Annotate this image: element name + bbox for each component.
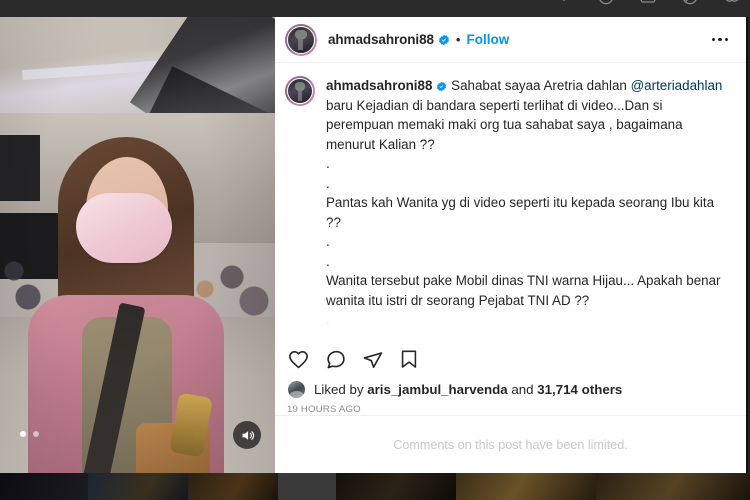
post-actions xyxy=(275,336,746,382)
save-button[interactable] xyxy=(398,348,420,370)
carousel-dot-2[interactable] xyxy=(33,431,39,437)
likes-conjunction: and xyxy=(511,381,534,397)
filmstrip-thumb[interactable] xyxy=(188,473,278,500)
post-timestamp: 19 HOURS AGO xyxy=(287,404,361,415)
header-username[interactable]: ahmadsahroni88 xyxy=(328,32,434,47)
comments-limited-text: Comments on this post have been limited. xyxy=(393,437,628,452)
speaker-icon xyxy=(242,430,254,440)
comment-button[interactable] xyxy=(324,348,347,371)
caption-avatar[interactable] xyxy=(285,76,315,106)
likes-row: Liked by aris_jambul_harvenda and 31,714… xyxy=(275,380,746,399)
caption-text: ahmadsahroni88 Sahabat sayaa Aretria dah… xyxy=(326,76,730,336)
liker-username[interactable]: aris_jambul_harvenda xyxy=(367,382,507,397)
subject-face-mask xyxy=(76,193,172,263)
filmstrip-thumb[interactable] xyxy=(88,473,188,500)
like-button[interactable] xyxy=(287,348,310,371)
likes-text: Liked by aris_jambul_harvenda and 31,714… xyxy=(314,381,622,399)
caption-spacer-2: . xyxy=(326,175,330,191)
caption-mention[interactable]: @arteriadahlan xyxy=(631,78,723,93)
bookmark-icon xyxy=(401,350,417,368)
caption-spacer-3: . xyxy=(326,234,330,249)
instagram-post-card: ahmadsahroni88 • Follow ahmadsahroni88 S… xyxy=(0,17,748,473)
caption-avatar-image xyxy=(287,78,313,104)
follow-button[interactable]: Follow xyxy=(466,32,509,47)
chrome-icon-group xyxy=(554,0,742,7)
avatar[interactable] xyxy=(285,23,317,56)
caption-spacer-1: . xyxy=(326,156,330,171)
likes-suffix[interactable]: others xyxy=(582,382,623,397)
caption-paragraph-3: Wanita tersebut pake Mobil dinas TNI war… xyxy=(326,273,721,308)
likes-count[interactable]: 31,714 xyxy=(537,382,578,397)
more-options-icon[interactable] xyxy=(706,32,735,48)
caption-spacer-6: . xyxy=(326,330,730,337)
likes-prefix: Liked by xyxy=(314,381,364,397)
caption-row: ahmadsahroni88 Sahabat sayaa Aretria dah… xyxy=(285,76,732,336)
new-tab-icon[interactable] xyxy=(638,0,658,7)
filmstrip-thumb[interactable] xyxy=(336,473,456,500)
post-header: ahmadsahroni88 • Follow xyxy=(275,17,746,63)
post-sidebar: ahmadsahroni88 • Follow ahmadsahroni88 S… xyxy=(275,17,746,473)
caption-verified-badge-icon xyxy=(436,81,447,92)
caption-paragraph-2: Pantas kah Wanita yg di video seperti it… xyxy=(326,195,715,230)
caption-segment-1: Sahabat sayaa Aretria dahlan xyxy=(451,78,631,93)
filmstrip-thumb[interactable] xyxy=(0,473,88,500)
share-icon[interactable] xyxy=(554,0,574,7)
browser-chrome-strip xyxy=(0,0,750,17)
filmstrip-thumb[interactable] xyxy=(596,473,750,500)
header-separator: • xyxy=(455,32,461,47)
caption-spacer-4: . xyxy=(326,253,330,269)
caption-username[interactable]: ahmadsahroni88 xyxy=(326,78,432,93)
bookmark-outline-icon[interactable] xyxy=(596,0,616,7)
comment-bubble-icon xyxy=(327,350,345,368)
caption-segment-3: baru Kejadian di bandara seperti terliha… xyxy=(326,97,683,152)
comments-limited-bar: Comments on this post have been limited. xyxy=(275,415,746,473)
share-button[interactable] xyxy=(361,348,384,371)
verified-badge-icon xyxy=(438,34,450,46)
bottom-filmstrip xyxy=(0,473,750,500)
screenshot-root: ahmadsahroni88 • Follow ahmadsahroni88 S… xyxy=(0,0,750,500)
carousel-dot-1[interactable] xyxy=(20,431,26,437)
media-subject-person xyxy=(28,137,224,473)
post-media-video[interactable] xyxy=(0,17,275,473)
carousel-indicator xyxy=(20,431,39,437)
liker-avatar[interactable] xyxy=(287,380,306,399)
caption-spacer-5: . xyxy=(326,312,330,327)
heart-icon xyxy=(289,350,308,368)
avatar-image xyxy=(287,25,315,54)
screenshot-icon[interactable] xyxy=(680,0,700,7)
tabs-icon[interactable] xyxy=(722,0,742,7)
share-paper-plane-icon xyxy=(363,351,383,368)
caption-area[interactable]: ahmadsahroni88 Sahabat sayaa Aretria dah… xyxy=(275,63,746,336)
filmstrip-thumb[interactable] xyxy=(456,473,596,500)
filmstrip-thumb[interactable] xyxy=(278,473,336,500)
mute-toggle-button[interactable] xyxy=(233,421,261,449)
